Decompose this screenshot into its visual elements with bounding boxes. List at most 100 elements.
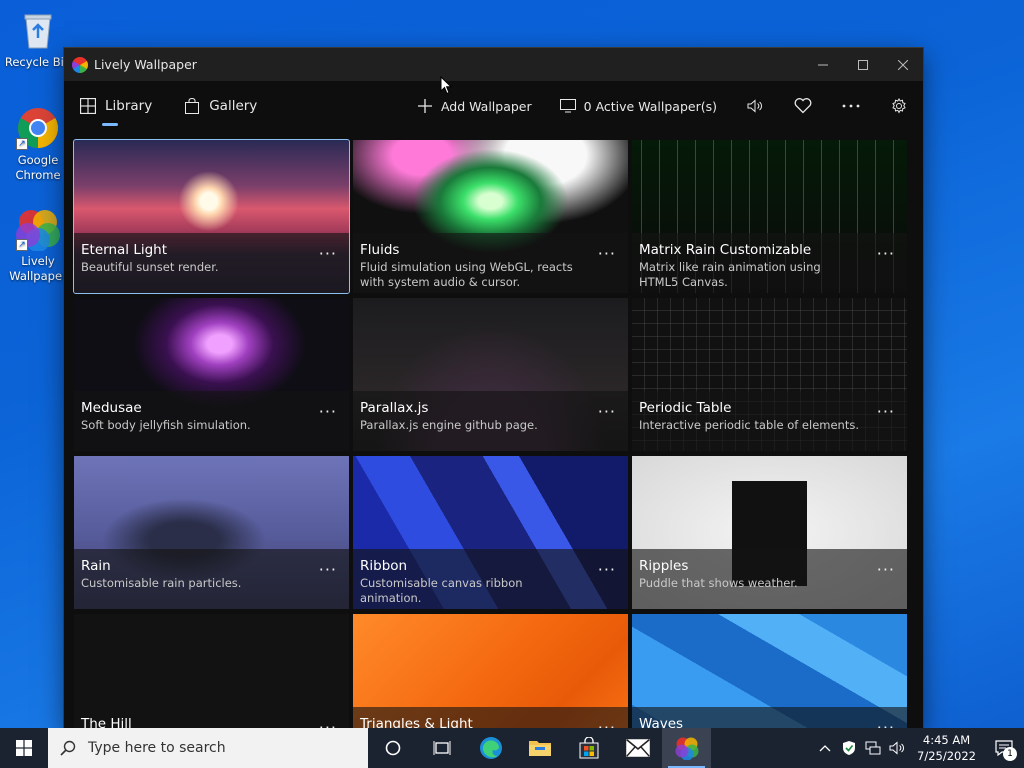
start-button[interactable] (0, 728, 48, 768)
wallpaper-description: Beautiful sunset render. (81, 260, 219, 274)
minimize-button[interactable] (803, 48, 843, 81)
wallpaper-more-button[interactable]: ··· (319, 402, 337, 421)
network-icon (865, 741, 881, 755)
wallpaper-more-button[interactable]: ··· (877, 244, 895, 263)
wallpaper-name: Periodic Table (639, 400, 732, 416)
taskbar-mail[interactable] (613, 728, 662, 768)
wallpaper-more-button[interactable]: ··· (877, 402, 895, 421)
wallpaper-more-button[interactable]: ··· (877, 718, 895, 728)
cortana-circle-icon (385, 740, 400, 756)
settings-button[interactable] (875, 81, 923, 131)
wallpaper-tile-waves[interactable]: Waves ··· (632, 614, 907, 728)
app-logo-icon (72, 56, 88, 73)
wallpaper-name: Medusae (81, 400, 142, 416)
tab-library[interactable]: Library (64, 81, 168, 131)
wallpaper-tile-periodic-table[interactable]: Periodic Table Interactive periodic tabl… (632, 298, 907, 451)
window-title: Lively Wallpaper (94, 57, 197, 72)
wallpaper-tile-matrix-rain[interactable]: Matrix Rain Customizable Matrix like rai… (632, 140, 907, 293)
close-button[interactable] (883, 48, 923, 81)
wallpaper-library-grid: Eternal Light Beautiful sunset render. ·… (73, 139, 908, 728)
monitor-icon (559, 99, 576, 113)
wallpaper-info-overlay: Waves ··· (632, 707, 907, 728)
wallpaper-tile-eternal-light[interactable]: Eternal Light Beautiful sunset render. ·… (73, 139, 350, 294)
wallpaper-name: Matrix Rain Customizable (639, 242, 812, 258)
security-tray-button[interactable] (837, 728, 861, 768)
support-button[interactable] (779, 81, 827, 131)
shortcut-arrow-icon: ↗ (16, 138, 28, 150)
add-wallpaper-button[interactable]: Add Wallpaper (403, 81, 546, 131)
action-center-button[interactable]: 1 (984, 728, 1024, 768)
window-titlebar[interactable]: Lively Wallpaper (64, 48, 923, 81)
task-view-button[interactable] (417, 728, 466, 768)
wallpaper-name: Triangles & Light (360, 716, 473, 728)
grid-icon (80, 98, 96, 114)
wallpaper-description: Matrix like rain animation using HTML5 C… (639, 260, 821, 289)
lively-wallpaper-icon (675, 737, 698, 760)
wallpaper-tile-fluids[interactable]: Fluids Fluid simulation using WebGL, rea… (353, 140, 628, 293)
store-bag-icon (579, 737, 598, 759)
taskbar-edge[interactable] (466, 728, 515, 768)
add-wallpaper-label: Add Wallpaper (440, 98, 532, 114)
wallpaper-info-overlay: The Hill ··· (74, 707, 349, 728)
more-dots-icon (842, 104, 860, 108)
taskbar-file-explorer[interactable] (515, 728, 564, 768)
cortana-button[interactable] (368, 728, 417, 768)
taskbar-store[interactable] (564, 728, 613, 768)
gear-icon (892, 98, 906, 114)
volume-button[interactable] (731, 81, 779, 131)
wallpaper-more-button[interactable]: ··· (319, 718, 337, 728)
wallpaper-tile-ripples[interactable]: Ripples Puddle that shows weather. ··· (632, 456, 907, 609)
network-tray-button[interactable] (861, 728, 885, 768)
wallpaper-info-overlay: Ripples Puddle that shows weather. ··· (632, 549, 907, 609)
wallpaper-info-overlay: Fluids Fluid simulation using WebGL, rea… (353, 233, 628, 293)
wallpaper-name: Ripples (639, 558, 689, 574)
wallpaper-name: Eternal Light (81, 242, 168, 258)
wallpaper-more-button[interactable]: ··· (598, 244, 616, 263)
wallpaper-description: Fluid simulation using WebGL, reacts wit… (360, 260, 573, 289)
speaker-icon (889, 741, 904, 755)
wallpaper-name: Waves (639, 716, 684, 728)
system-tray: 4:45 AM 7/25/2022 1 (813, 728, 1024, 768)
wallpaper-description: Parallax.js engine github page. (360, 418, 538, 432)
wallpaper-description: Customisable rain particles. (81, 576, 242, 590)
taskbar-lively-wallpaper[interactable] (662, 728, 711, 768)
navigation-bar: Library Gallery Add Wallpaper 0 Active W… (64, 81, 923, 131)
wallpaper-tile-triangles-light[interactable]: Triangles & Light ··· (353, 614, 628, 728)
active-wallpapers-button[interactable]: 0 Active Wallpaper(s) (546, 81, 731, 131)
volume-tray-button[interactable] (885, 728, 909, 768)
active-wallpapers-label: 0 Active Wallpaper(s) (583, 98, 717, 114)
shopping-bag-icon (185, 98, 200, 114)
chevron-up-icon (819, 745, 831, 752)
lively-wallpaper-icon: ↗ (16, 207, 60, 252)
wallpaper-info-overlay: Matrix Rain Customizable Matrix like rai… (632, 233, 907, 293)
wallpaper-more-button[interactable]: ··· (877, 560, 895, 579)
show-hidden-icons-button[interactable] (813, 728, 837, 768)
wallpaper-description: Puddle that shows weather. (639, 576, 798, 590)
clock-time: 4:45 AM (922, 733, 971, 747)
tab-gallery[interactable]: Gallery (168, 81, 273, 131)
shortcut-arrow-icon: ↗ (16, 239, 28, 251)
more-options-button[interactable] (827, 81, 875, 131)
clock-date: 7/25/2022 (917, 749, 976, 763)
wallpaper-more-button[interactable]: ··· (598, 402, 616, 421)
mouse-cursor-icon (440, 76, 452, 95)
wallpaper-more-button[interactable]: ··· (319, 560, 337, 579)
wallpaper-more-button[interactable]: ··· (598, 560, 616, 579)
wallpaper-more-button[interactable]: ··· (319, 244, 337, 263)
wallpaper-tile-medusae[interactable]: Medusae Soft body jellyfish simulation. … (74, 298, 349, 451)
wallpaper-tile-parallax[interactable]: Parallax.js Parallax.js engine github pa… (353, 298, 628, 451)
wallpaper-more-button[interactable]: ··· (598, 718, 616, 728)
shield-icon (843, 741, 856, 755)
wallpaper-name: The Hill (81, 716, 132, 728)
taskbar-clock[interactable]: 4:45 AM 7/25/2022 (909, 732, 984, 764)
wallpaper-tile-rain[interactable]: Rain Customisable rain particles. ··· (74, 456, 349, 609)
search-icon (60, 740, 76, 756)
wallpaper-name: Ribbon (360, 558, 408, 574)
taskbar: Type here to search 4:45 AM 7/25/2022 1 (0, 728, 1024, 768)
wallpaper-tile-ribbon[interactable]: Ribbon Customisable canvas ribbon animat… (353, 456, 628, 609)
wallpaper-tile-the-hill[interactable]: The Hill ··· (74, 614, 349, 728)
wallpaper-description: Soft body jellyfish simulation. (81, 418, 251, 432)
maximize-button[interactable] (843, 48, 883, 81)
taskbar-search-box[interactable]: Type here to search (48, 728, 368, 768)
wallpaper-info-overlay: Medusae Soft body jellyfish simulation. … (74, 391, 349, 451)
